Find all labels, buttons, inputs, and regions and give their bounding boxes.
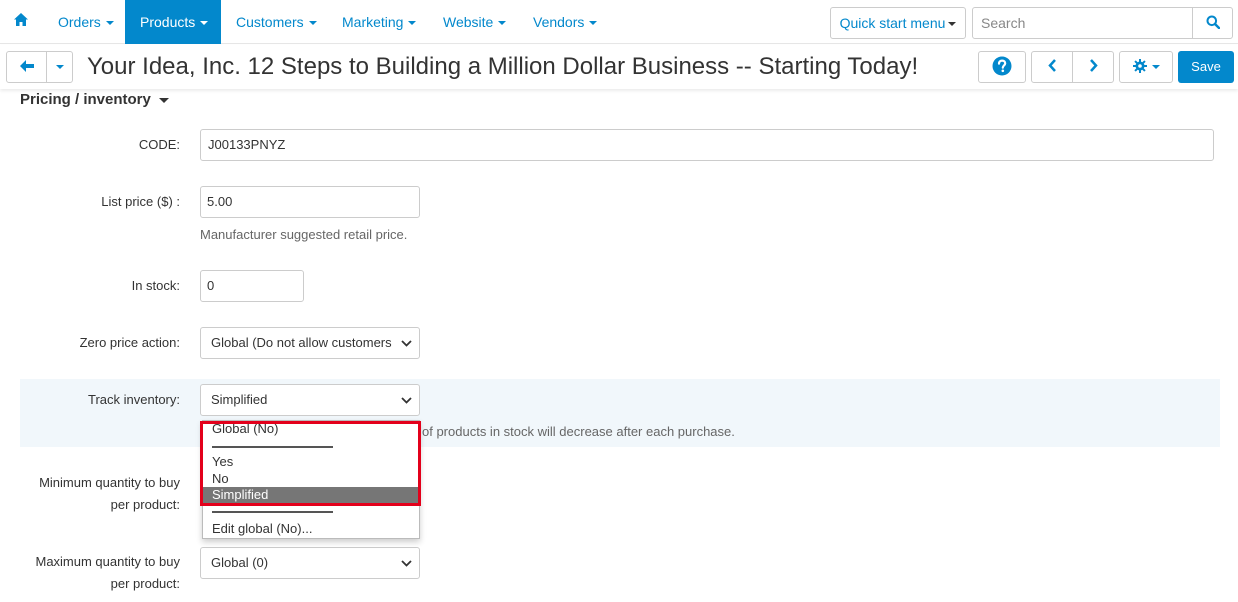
title-bar: Your Idea, Inc. 12 Steps to Building a M… [0, 45, 1238, 89]
chevron-down-icon [105, 21, 114, 26]
nav-vendors[interactable]: Vendors [521, 0, 609, 44]
question-circle-icon [992, 56, 1012, 79]
chevron-right-icon [1089, 59, 1098, 75]
chevron-down-icon [948, 22, 957, 27]
prev-next-group [1031, 51, 1114, 83]
chevron-down-icon [589, 21, 598, 26]
nav-vendors-label: Vendors [533, 14, 585, 30]
nav-customers[interactable]: Customers [224, 0, 329, 44]
nav-marketing-label: Marketing [342, 14, 404, 30]
nav-website-label: Website [443, 14, 494, 30]
help-button[interactable] [978, 51, 1026, 83]
nav-customers-label: Customers [236, 14, 304, 30]
option-yes[interactable]: Yes [203, 454, 419, 470]
back-history-dropdown[interactable] [47, 52, 72, 82]
chevron-left-icon [1047, 59, 1057, 75]
max-qty-label-line2: per product: [110, 576, 180, 591]
chevron-down-icon [498, 21, 507, 26]
nav-marketing[interactable]: Marketing [330, 0, 428, 44]
in-stock-input[interactable]: 0 [200, 270, 304, 302]
section-title: Pricing / inventory [20, 91, 151, 108]
chevron-down-icon [158, 97, 169, 103]
chevron-down-icon [308, 21, 317, 26]
option-simplified[interactable]: Simplified [203, 487, 419, 503]
option-edit-global[interactable]: Edit global (No)... [203, 521, 419, 537]
chevron-down-icon [401, 548, 412, 578]
back-button-group [6, 51, 73, 83]
settings-button[interactable] [1119, 51, 1173, 83]
chevron-down-icon [401, 328, 412, 358]
nav-orders-label: Orders [58, 14, 101, 30]
track-inventory-help: of products in stock will decrease after… [422, 424, 735, 439]
max-qty-select[interactable]: Global (0) [200, 547, 420, 579]
nav-orders[interactable]: Orders [46, 0, 126, 44]
next-button[interactable] [1073, 52, 1113, 82]
list-price-help: Manufacturer suggested retail price. [200, 227, 408, 242]
chevron-down-icon [55, 65, 64, 69]
track-inventory-label: Track inventory: [88, 392, 180, 407]
quick-start-menu-button[interactable]: Quick start menu [830, 7, 966, 39]
home-icon[interactable] [14, 13, 28, 27]
search-icon [1206, 15, 1220, 32]
previous-button[interactable] [1032, 52, 1073, 82]
arrow-left-icon [19, 59, 34, 75]
nav-website[interactable]: Website [431, 0, 518, 44]
top-navigation: Orders Products Customers Marketing Webs… [0, 0, 1238, 44]
nav-products[interactable]: Products [125, 0, 221, 44]
gear-icon [1132, 58, 1147, 76]
search-button[interactable] [1192, 8, 1232, 38]
code-label: CODE: [138, 137, 180, 152]
zero-price-action-select[interactable]: Global (Do not allow customers [200, 327, 420, 359]
min-qty-label-line1: Minimum quantity to buy [39, 475, 180, 490]
track-inventory-options-list: Global (No) Yes No Simplified Edit globa… [202, 420, 420, 539]
list-price-input[interactable]: 5.00 [200, 186, 420, 218]
option-separator [212, 511, 333, 513]
chevron-down-icon [1151, 65, 1160, 69]
zero-price-action-label: Zero price action: [79, 335, 180, 350]
save-button[interactable]: Save [1178, 51, 1234, 83]
track-inventory-value: Simplified [211, 392, 268, 407]
max-qty-label-line1: Maximum quantity to buy [35, 554, 180, 569]
min-qty-label: Minimum quantity to buy per product: [39, 472, 180, 516]
max-qty-label: Maximum quantity to buy per product: [35, 551, 180, 595]
option-separator [212, 446, 333, 448]
option-no[interactable]: No [203, 471, 419, 487]
chevron-down-icon [401, 385, 412, 415]
min-qty-label-line2: per product: [110, 497, 180, 512]
max-qty-value: Global (0) [211, 555, 269, 570]
back-button[interactable] [7, 52, 47, 82]
section-toggle-pricing-inventory[interactable]: Pricing / inventory [20, 91, 169, 108]
code-input[interactable]: J00133PNYZ [200, 129, 1214, 161]
track-inventory-select[interactable]: Simplified [200, 384, 420, 416]
quick-start-label: Quick start menu [839, 15, 946, 31]
search-box [972, 7, 1233, 39]
nav-products-label: Products [140, 14, 196, 30]
in-stock-label: In stock: [131, 278, 180, 293]
chevron-down-icon [408, 21, 417, 26]
search-input[interactable] [973, 8, 1193, 38]
list-price-label: List price ($) : [101, 194, 180, 209]
zero-price-action-value: Global (Do not allow customers [211, 335, 392, 350]
option-global-no[interactable]: Global (No) [203, 421, 419, 437]
page-title: Your Idea, Inc. 12 Steps to Building a M… [87, 53, 919, 80]
chevron-down-icon [200, 21, 209, 26]
